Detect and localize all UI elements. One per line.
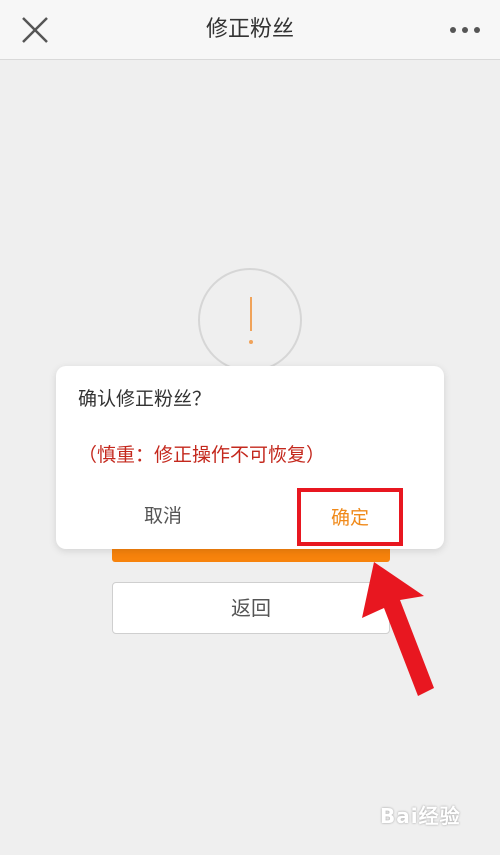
pointer-arrow-icon <box>362 562 434 696</box>
cancel-button[interactable]: 取消 <box>96 496 230 536</box>
dialog-warning-text: （慎重：修正操作不可恢复） <box>78 444 326 466</box>
page-title: 修正粉丝 <box>205 17 294 42</box>
warning-icon-dot <box>249 340 253 344</box>
more-icon[interactable] <box>448 25 482 35</box>
back-button[interactable]: 返回 <box>112 582 390 634</box>
confirm-highlight-box <box>297 488 403 546</box>
warning-icon <box>198 268 302 372</box>
dialog-title: 确认修正粉丝？ <box>78 388 212 410</box>
warning-icon-bar <box>250 297 252 331</box>
watermark-logo: Bai经验 <box>380 804 461 828</box>
top-bar: 修正粉丝 <box>0 0 500 60</box>
